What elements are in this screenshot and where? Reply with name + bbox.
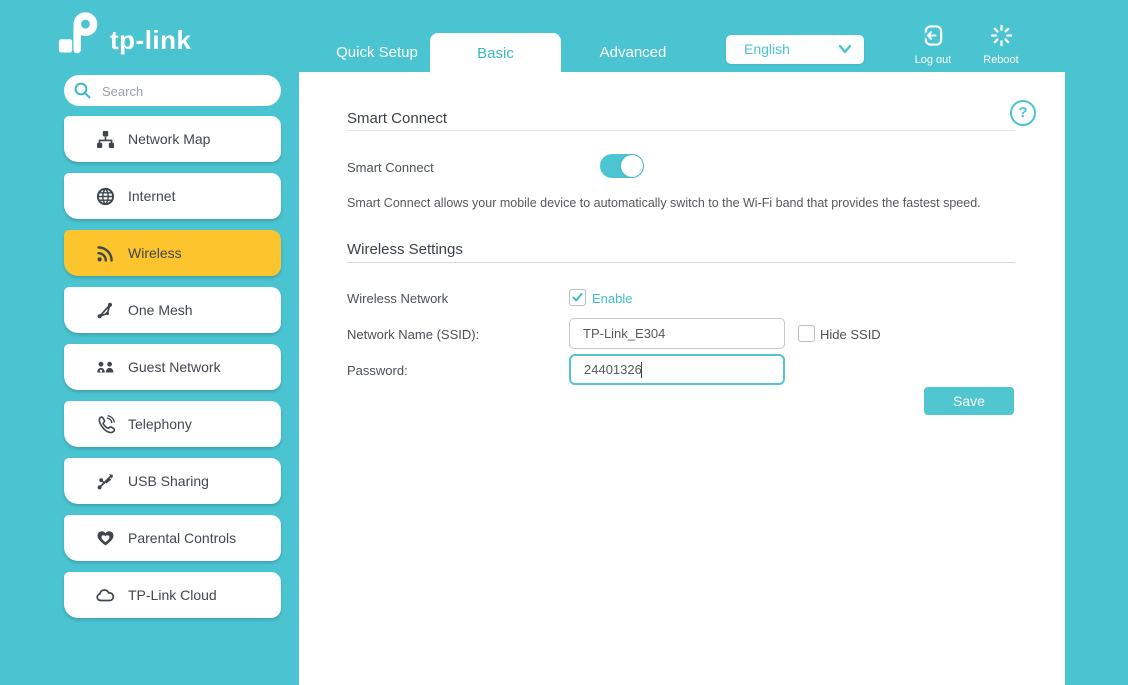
parental-controls-icon (96, 529, 115, 548)
sidebar-item-label: Guest Network (128, 359, 221, 375)
save-button[interactable]: Save (924, 387, 1014, 415)
guest-network-icon (96, 358, 115, 377)
chevron-down-icon (838, 44, 852, 54)
wifi-icon (96, 244, 115, 263)
telephony-icon (96, 415, 115, 434)
logout-button[interactable]: Log out (902, 24, 964, 66)
help-icon[interactable]: ? (1010, 100, 1036, 126)
language-select[interactable]: English (726, 35, 864, 64)
ssid-label: Network Name (SSID): (347, 327, 479, 342)
sidebar-item-internet[interactable]: Internet (64, 173, 281, 219)
password-label: Password: (347, 363, 408, 378)
password-input[interactable] (569, 354, 785, 385)
password-field-wrap (569, 354, 785, 385)
divider (347, 130, 1015, 131)
cloud-icon (96, 586, 115, 605)
sidebar-item-label: Network Map (128, 131, 210, 147)
sidebar-search (64, 75, 281, 106)
smart-connect-heading: Smart Connect (347, 110, 447, 127)
sidebar-item-guest-network[interactable]: Guest Network (64, 344, 281, 390)
sidebar-item-parental-controls[interactable]: Parental Controls (64, 515, 281, 561)
network-map-icon (96, 130, 115, 149)
sidebar-item-one-mesh[interactable]: One Mesh (64, 287, 281, 333)
hide-ssid-label: Hide SSID (820, 327, 881, 342)
sidebar-item-label: Parental Controls (128, 530, 236, 546)
hide-ssid-checkbox[interactable] (798, 325, 815, 342)
enable-label: Enable (592, 291, 632, 306)
usb-icon (96, 472, 115, 491)
sidebar-item-tp-link-cloud[interactable]: TP-Link Cloud (64, 572, 281, 618)
wireless-network-label: Wireless Network (347, 291, 448, 306)
enable-checkbox[interactable] (569, 289, 586, 306)
tab-advanced[interactable]: Advanced (577, 44, 689, 61)
globe-icon (96, 187, 115, 206)
reboot-label: Reboot (970, 54, 1032, 66)
smart-connect-toggle[interactable] (600, 154, 644, 178)
search-icon (73, 81, 92, 100)
sidebar-item-label: One Mesh (128, 302, 193, 318)
divider (347, 262, 1015, 263)
mesh-icon (96, 301, 115, 320)
sidebar-item-wireless[interactable]: Wireless (64, 230, 281, 276)
tp-link-logo: tp-link (58, 9, 192, 57)
search-input[interactable] (100, 76, 274, 106)
reboot-icon (990, 24, 1013, 47)
tab-quick-setup[interactable]: Quick Setup (307, 44, 447, 61)
smart-connect-label: Smart Connect (347, 160, 434, 175)
tp-link-wordmark: tp-link (110, 25, 192, 56)
sidebar-item-label: Wireless (128, 245, 182, 261)
reboot-button[interactable]: Reboot (970, 24, 1032, 66)
main-content-panel: ? Smart Connect Smart Connect Smart Conn… (299, 72, 1065, 685)
sidebar-item-telephony[interactable]: Telephony (64, 401, 281, 447)
sidebar-item-label: Internet (128, 188, 175, 204)
router-admin-page: tp-link Quick Setup Basic Advanced Engli… (0, 0, 1128, 685)
logout-label: Log out (902, 54, 964, 66)
sidebar-item-usb-sharing[interactable]: USB Sharing (64, 458, 281, 504)
sidebar-item-network-map[interactable]: Network Map (64, 116, 281, 162)
tab-basic[interactable]: Basic (430, 33, 561, 72)
toggle-knob (621, 155, 643, 177)
wireless-settings-heading: Wireless Settings (347, 241, 463, 258)
tp-link-logo-icon (58, 9, 104, 57)
logout-icon (922, 24, 945, 47)
text-caret (641, 362, 642, 378)
ssid-input[interactable] (569, 318, 785, 349)
smart-connect-description: Smart Connect allows your mobile device … (347, 196, 981, 210)
sidebar-item-label: USB Sharing (128, 473, 209, 489)
checkmark-icon (572, 292, 583, 303)
sidebar-item-label: Telephony (128, 416, 192, 432)
language-selected-value: English (744, 35, 790, 64)
sidebar-item-label: TP-Link Cloud (128, 587, 217, 603)
